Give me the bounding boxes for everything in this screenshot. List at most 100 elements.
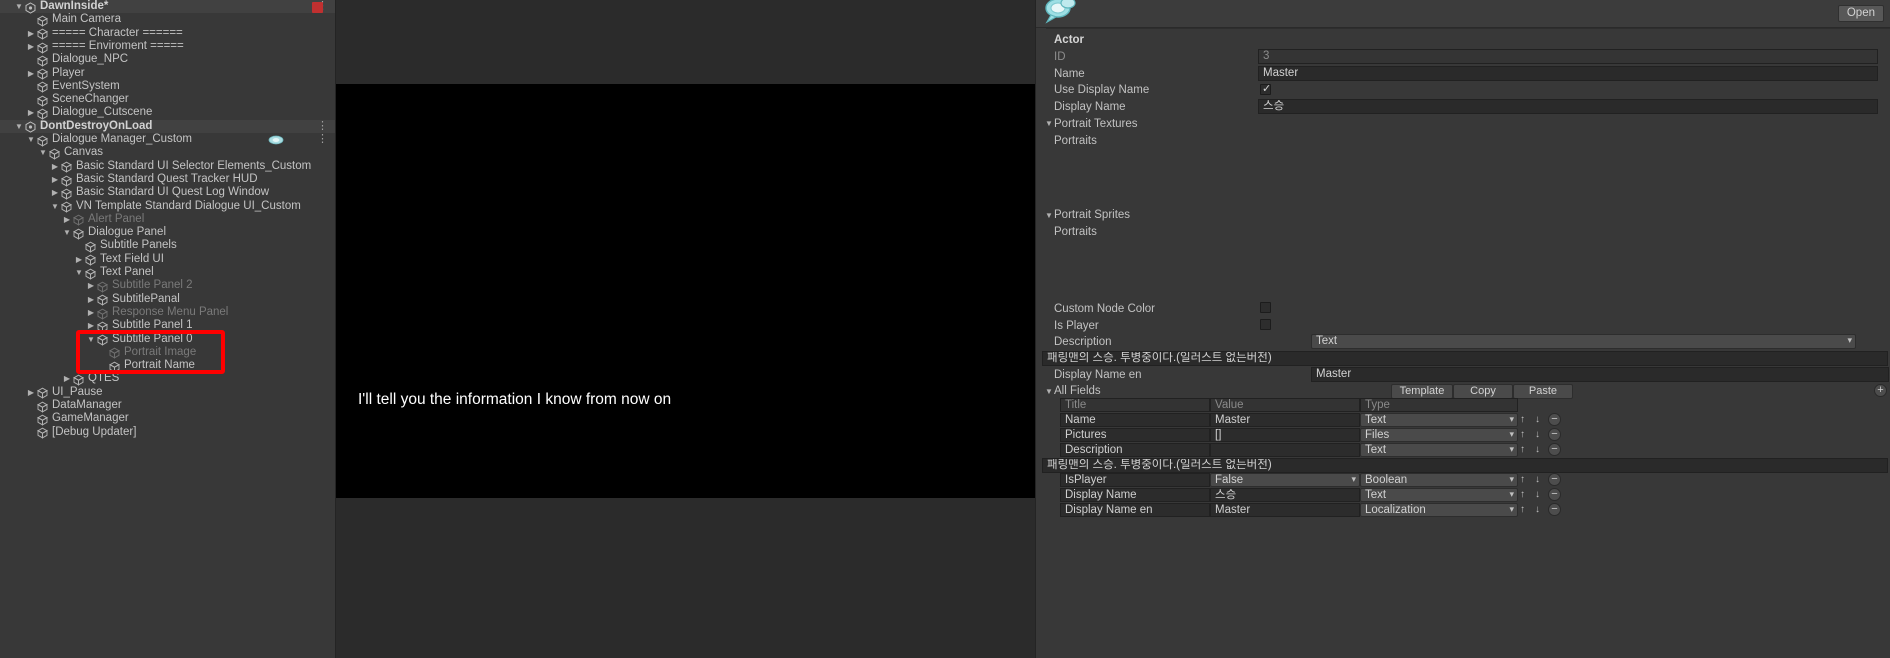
minus-circle-icon[interactable]: −: [1548, 413, 1561, 426]
field-title-input[interactable]: Display Name en: [1060, 503, 1210, 517]
twisty-expanded-icon[interactable]: [86, 333, 96, 346]
twisty-collapsed-icon[interactable]: [26, 386, 36, 399]
open-button[interactable]: Open: [1837, 5, 1884, 22]
field-value-input[interactable]: Master: [1210, 503, 1360, 517]
hierarchy-row[interactable]: Subtitle Panel 0: [0, 333, 335, 346]
error-badge-icon[interactable]: [312, 2, 323, 13]
hierarchy-row[interactable]: VN Template Standard Dialogue UI_Custom: [0, 200, 335, 213]
twisty-collapsed-icon[interactable]: [26, 106, 36, 119]
field-title-input[interactable]: IsPlayer: [1060, 473, 1210, 487]
template-button[interactable]: Template: [1391, 384, 1453, 399]
twisty-expanded-icon[interactable]: [74, 266, 84, 279]
all-fields-foldout-icon[interactable]: [1045, 387, 1053, 396]
hierarchy-row[interactable]: Subtitle Panel 2: [0, 279, 335, 293]
twisty-expanded-icon[interactable]: [62, 226, 72, 239]
hierarchy-panel[interactable]: DawnInside*⋮Main Camera===== Character =…: [0, 0, 336, 658]
field-title-input[interactable]: Pictures: [1060, 428, 1210, 442]
paste-button[interactable]: Paste: [1513, 384, 1573, 399]
twisty-expanded-icon[interactable]: [14, 0, 24, 13]
hierarchy-row[interactable]: Dialogue Panel: [0, 226, 335, 240]
field-type-dropdown[interactable]: Files: [1360, 428, 1518, 442]
twisty-collapsed-icon[interactable]: [74, 253, 84, 266]
twisty-collapsed-icon[interactable]: [62, 372, 72, 385]
arrow-up-icon[interactable]: ↑: [1516, 428, 1529, 442]
hierarchy-row[interactable]: ===== Character ======: [0, 27, 335, 40]
twisty-collapsed-icon[interactable]: [86, 279, 96, 292]
hierarchy-row[interactable]: Portrait Image: [0, 346, 335, 360]
twisty-collapsed-icon[interactable]: [50, 160, 60, 173]
twisty-collapsed-icon[interactable]: [26, 27, 36, 40]
arrow-up-icon[interactable]: ↑: [1516, 488, 1529, 502]
twisty-expanded-icon[interactable]: [26, 133, 36, 146]
hierarchy-row[interactable]: [Debug Updater]: [0, 426, 335, 439]
hierarchy-row[interactable]: SceneChanger: [0, 93, 335, 107]
hierarchy-row[interactable]: Alert Panel: [0, 213, 335, 227]
portrait-textures-foldout-icon[interactable]: [1045, 119, 1053, 128]
arrow-down-icon[interactable]: ↓: [1531, 413, 1544, 427]
hierarchy-row[interactable]: Subtitle Panel 1: [0, 319, 335, 333]
field-type-dropdown[interactable]: Boolean: [1360, 473, 1518, 487]
arrow-up-icon[interactable]: ↑: [1516, 443, 1529, 457]
twisty-collapsed-icon[interactable]: [86, 306, 96, 319]
hierarchy-row[interactable]: Main Camera: [0, 13, 335, 27]
twisty-collapsed-icon[interactable]: [50, 173, 60, 186]
hierarchy-row[interactable]: Basic Standard Quest Tracker HUD: [0, 173, 335, 187]
description-type-dropdown[interactable]: Text: [1311, 334, 1856, 349]
copy-button[interactable]: Copy: [1453, 384, 1513, 399]
hierarchy-row[interactable]: Basic Standard UI Selector Elements_Cust…: [0, 160, 335, 173]
field-type-dropdown[interactable]: Text: [1360, 443, 1518, 457]
minus-circle-icon[interactable]: −: [1548, 473, 1561, 486]
field-value-input[interactable]: []: [1210, 428, 1360, 442]
arrow-up-icon[interactable]: ↑: [1516, 413, 1529, 427]
minus-circle-icon[interactable]: −: [1548, 428, 1561, 441]
twisty-collapsed-icon[interactable]: [26, 40, 36, 53]
hierarchy-row[interactable]: Dialogue_NPC: [0, 53, 335, 67]
name-field[interactable]: Master: [1258, 66, 1878, 81]
arrow-up-icon[interactable]: ↑: [1516, 473, 1529, 487]
hierarchy-row[interactable]: DataManager: [0, 399, 335, 413]
arrow-down-icon[interactable]: ↓: [1531, 488, 1544, 502]
field-type-dropdown[interactable]: Localization: [1360, 503, 1518, 517]
hierarchy-row[interactable]: GameManager: [0, 412, 335, 426]
custom-node-color-checkbox[interactable]: [1260, 302, 1271, 313]
field-title-input[interactable]: Description: [1060, 443, 1210, 457]
hierarchy-row[interactable]: Portrait Name: [0, 359, 335, 373]
hierarchy-row[interactable]: EventSystem: [0, 80, 335, 94]
field-title-input[interactable]: Display Name: [1060, 488, 1210, 502]
field-description-overflow-value[interactable]: 패링맨의 스승. 투병중이다.(일러스트 없는버전): [1042, 458, 1888, 473]
minus-circle-icon[interactable]: −: [1548, 443, 1561, 456]
hierarchy-row[interactable]: Basic Standard UI Quest Log Window: [0, 186, 335, 200]
hierarchy-row[interactable]: ===== Enviroment =====: [0, 40, 335, 54]
hierarchy-row[interactable]: Canvas: [0, 146, 335, 160]
arrow-down-icon[interactable]: ↓: [1531, 473, 1544, 487]
hierarchy-row[interactable]: DawnInside*⋮: [0, 0, 335, 14]
game-view-panel[interactable]: I'll tell you the information I know fro…: [336, 0, 1035, 658]
twisty-collapsed-icon[interactable]: [62, 213, 72, 226]
hierarchy-row[interactable]: Dialogue Manager_Custom ⋮: [0, 133, 335, 147]
hierarchy-row[interactable]: Dialogue_Cutscene: [0, 106, 335, 120]
field-value-input[interactable]: [1210, 443, 1360, 457]
arrow-down-icon[interactable]: ↓: [1531, 503, 1544, 517]
twisty-collapsed-icon[interactable]: [50, 186, 60, 199]
field-type-dropdown[interactable]: Text: [1360, 413, 1518, 427]
hierarchy-row[interactable]: Player: [0, 67, 335, 80]
field-title-input[interactable]: Name: [1060, 413, 1210, 427]
field-value-input[interactable]: 스승: [1210, 488, 1360, 502]
hierarchy-row[interactable]: Text Panel: [0, 266, 335, 280]
minus-circle-icon[interactable]: −: [1548, 503, 1561, 516]
twisty-collapsed-icon[interactable]: [26, 67, 36, 80]
field-value-dropdown[interactable]: False: [1210, 473, 1360, 487]
inspector-panel[interactable]: Open Actor ID 3 Name Master Use Display …: [1035, 0, 1890, 658]
use-display-name-checkbox[interactable]: [1260, 82, 1271, 95]
hierarchy-row[interactable]: DontDestroyOnLoad ⋮: [0, 119, 335, 133]
minus-circle-icon[interactable]: −: [1548, 488, 1561, 501]
twisty-expanded-icon[interactable]: [14, 120, 24, 133]
hierarchy-row[interactable]: SubtitlePanal: [0, 293, 335, 306]
arrow-down-icon[interactable]: ↓: [1531, 443, 1544, 457]
twisty-collapsed-icon[interactable]: [86, 319, 96, 332]
field-value-input[interactable]: Master: [1210, 413, 1360, 427]
hierarchy-row[interactable]: UI_Pause: [0, 386, 335, 399]
game-view-canvas[interactable]: I'll tell you the information I know fro…: [336, 84, 1035, 542]
hierarchy-row[interactable]: Response Menu Panel: [0, 306, 335, 320]
hierarchy-row[interactable]: Text Field UI: [0, 253, 335, 266]
